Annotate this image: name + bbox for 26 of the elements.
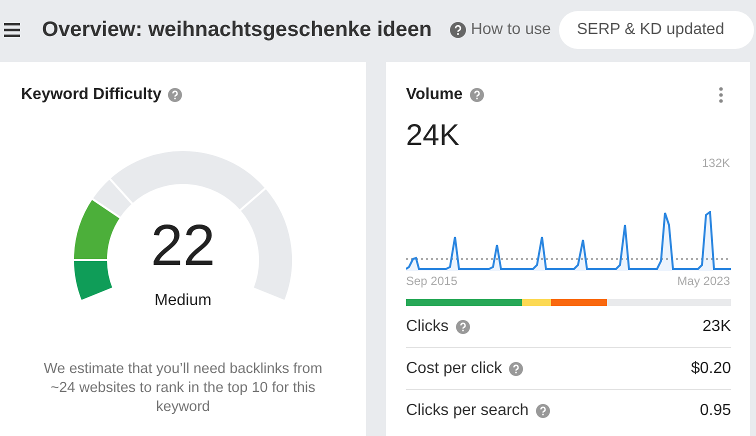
- axis-label: Sep 2015: [406, 273, 458, 290]
- page-title: Overview: weihnachtsgeschenke ideen: [42, 17, 432, 44]
- help-icon[interactable]: [470, 88, 484, 102]
- card-title: Keyword Difficulty: [21, 85, 162, 105]
- backlinks-estimate: We estimate that you’ll need backlinks from ~24 websites to rank in the top 10 for this keyword: [42, 360, 324, 417]
- card-title: Volume: [406, 85, 463, 105]
- metric-label: Clicks: [406, 316, 449, 336]
- help-icon[interactable]: [536, 404, 550, 418]
- help-icon[interactable]: [456, 320, 470, 334]
- difficulty-rating: Medium: [154, 291, 212, 311]
- axis-label: 132K: [702, 155, 730, 172]
- metric-value: $0.20: [690, 358, 731, 378]
- difficulty-score: 22: [150, 217, 216, 275]
- axis-label: May 2023: [677, 273, 730, 290]
- more-icon[interactable]: [719, 87, 723, 103]
- metric-value: 23K: [702, 316, 731, 336]
- metric-label: Clicks per search: [406, 401, 529, 421]
- metric-label: Cost per click: [406, 358, 502, 378]
- help-icon[interactable]: [168, 88, 182, 102]
- help-icon[interactable]: [509, 362, 524, 376]
- status-pill[interactable]: SERP & KD updated: [558, 11, 754, 49]
- how-to-use-link[interactable]: How to use: [470, 18, 551, 42]
- volume-value: 24K: [406, 119, 460, 152]
- menu-icon[interactable]: [4, 23, 20, 37]
- help-icon[interactable]: [450, 22, 466, 38]
- metric-value: 0.95: [700, 401, 731, 421]
